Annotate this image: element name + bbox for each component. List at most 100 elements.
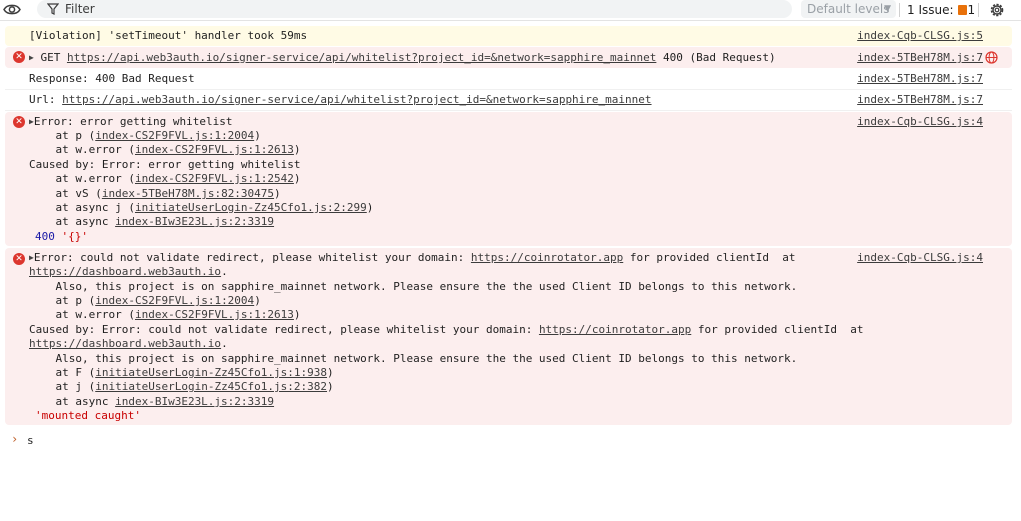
frame-link[interactable]: index-BIw3E23L.js:2:3319 — [115, 215, 274, 228]
stack-frame: at async index-BIw3E23L.js:2:3319 — [29, 395, 274, 409]
issues-count: 1 — [967, 3, 976, 17]
error1-source-link[interactable]: index-Cqb-CLSG.js:4 — [857, 115, 983, 129]
response-message: Response: 400 Bad Request index-5TBeH78M… — [5, 69, 1012, 90]
url-message: Url: https://api.web3auth.io/signer-serv… — [5, 90, 1012, 111]
violation-source-link[interactable]: index-Cqb-CLSG.js:5 — [857, 29, 983, 43]
frame-link[interactable]: index-5TBeH78M.js:82:30475 — [102, 187, 274, 200]
error2-source-link[interactable]: index-Cqb-CLSG.js:4 — [857, 251, 983, 265]
toolbar-divider — [899, 3, 900, 17]
dashboard-line: https://dashboard.web3auth.io. — [29, 265, 228, 279]
frame-link[interactable]: index-BIw3E23L.js:2:3319 — [115, 395, 274, 408]
error-icon: ✕ — [13, 116, 25, 128]
frame-text: at p ( — [29, 294, 96, 307]
frame-text: at async — [29, 215, 116, 228]
url-label: Url: — [29, 93, 56, 106]
dot: . — [221, 265, 228, 278]
error-message-whitelist: ✕ index-Cqb-CLSG.js:4 ▶Error: error gett… — [5, 112, 1012, 246]
stack-frame: at p (index-CS2F9FVL.js:1:2004) — [29, 294, 261, 308]
frame-link[interactable]: index-CS2F9FVL.js:1:2613 — [135, 308, 294, 321]
violation-message: [Violation] 'setTimeout' handler took 59… — [5, 26, 1012, 46]
issues-button[interactable]: 1 Issue: 1 — [907, 0, 975, 20]
filter-input[interactable] — [65, 1, 765, 17]
frame-text: at vS ( — [29, 187, 102, 200]
url-line: Url: https://api.web3auth.io/signer-serv… — [29, 93, 652, 107]
error2-title: ▶Error: could not validate redirect, ple… — [29, 251, 795, 265]
expand-triangle-icon[interactable]: ▶ — [29, 51, 34, 65]
caused-text: Caused by: Error: could not validate red… — [29, 323, 539, 336]
violation-text: [Violation] 'setTimeout' handler took 59… — [29, 29, 308, 42]
stack-frame: at w.error (index-CS2F9FVL.js:1:2613) — [29, 143, 301, 157]
frame-link[interactable]: initiateUserLogin-Zz45Cfo1.js:2:299 — [135, 201, 367, 214]
frame-text: at j ( — [29, 380, 96, 393]
filter-box[interactable] — [37, 0, 792, 18]
frame-text: ) — [274, 187, 281, 200]
toolbar-divider — [978, 3, 979, 17]
frame-text: ) — [293, 143, 301, 156]
get-status: 400 (Bad Request) — [663, 51, 776, 64]
issues-label: 1 Issue: — [907, 3, 954, 17]
error-message-redirect: ✕ index-Cqb-CLSG.js:4 ▶Error: could not … — [5, 248, 1012, 425]
stack-frame: at async index-BIw3E23L.js:2:3319 — [29, 215, 274, 229]
get-method: GET — [40, 51, 61, 64]
frame-text: at F ( — [29, 366, 96, 379]
caused-by-line: Caused by: Error: error getting whitelis… — [29, 158, 301, 171]
frame-text: at p ( — [29, 129, 96, 142]
stack-frame: at vS (index-5TBeH78M.js:82:30475) — [29, 187, 281, 201]
dashboard-line: https://dashboard.web3auth.io. — [29, 337, 228, 351]
frame-text: ) — [327, 380, 334, 393]
also-line: Also, this project is on sapphire_mainne… — [29, 280, 798, 293]
dashboard-link[interactable]: https://dashboard.web3auth.io — [29, 337, 221, 350]
frame-text: at w.error ( — [29, 172, 135, 185]
frame-link[interactable]: index-CS2F9FVL.js:1:2613 — [135, 143, 294, 156]
error-icon: ✕ — [13, 253, 25, 265]
error-icon: ✕ — [13, 51, 25, 63]
also-line: Also, this project is on sapphire_mainne… — [29, 352, 798, 365]
frame-text: ) — [254, 294, 261, 307]
domain-link[interactable]: https://coinrotator.app — [471, 251, 623, 264]
get-line: ▶ GET https://api.web3auth.io/signer-ser… — [29, 51, 776, 65]
frame-link[interactable]: index-CS2F9FVL.js:1:2542 — [135, 172, 294, 185]
frame-link[interactable]: index-CS2F9FVL.js:1:2004 — [95, 294, 254, 307]
frame-text: ) — [293, 172, 301, 185]
console-toolbar: Default levels ▼ 1 Issue: 1 — [0, 0, 1021, 21]
frame-link[interactable]: index-CS2F9FVL.js:1:2004 — [95, 129, 254, 142]
error1-title: ▶Error: error getting whitelist — [29, 115, 233, 129]
response-text: Response: 400 Bad Request — [29, 72, 195, 85]
caused-by-line: Caused by: Error: could not validate red… — [29, 323, 863, 337]
status-object-line: 400 '{}' — [35, 230, 88, 244]
frame-link[interactable]: initiateUserLogin-Zz45Cfo1.js:2:382 — [95, 380, 327, 393]
stack-frame: at j (initiateUserLogin-Zz45Cfo1.js:2:38… — [29, 380, 334, 394]
console-input[interactable]: s — [27, 434, 34, 448]
url-source-link[interactable]: index-5TBeH78M.js:7 — [857, 93, 983, 107]
frame-text: at w.error ( — [29, 308, 135, 321]
caught-string: 'mounted caught' — [35, 409, 141, 422]
filter-icon — [47, 3, 59, 15]
domain-link[interactable]: https://coinrotator.app — [539, 323, 691, 336]
frame-text: at async j ( — [29, 201, 135, 214]
stack-frame: at async j (initiateUserLogin-Zz45Cfo1.j… — [29, 201, 373, 215]
dashboard-link[interactable]: https://dashboard.web3auth.io — [29, 265, 221, 278]
error2-title-text: for provided clientId at — [623, 251, 796, 264]
frame-link[interactable]: initiateUserLogin-Zz45Cfo1.js:1:938 — [95, 366, 327, 379]
stack-frame: at p (index-CS2F9FVL.js:1:2004) — [29, 129, 261, 143]
dot: . — [221, 337, 228, 350]
gear-icon[interactable] — [988, 1, 1006, 19]
response-source-link[interactable]: index-5TBeH78M.js:7 — [857, 72, 983, 86]
error1-title-text: Error: error getting whitelist — [33, 115, 233, 128]
get-source-link[interactable]: index-5TBeH78M.js:7 — [857, 51, 983, 65]
network-request-icon[interactable] — [985, 51, 998, 64]
stack-frame: at F (initiateUserLogin-Zz45Cfo1.js:1:93… — [29, 366, 333, 380]
stack-frame: at w.error (index-CS2F9FVL.js:1:2613) — [29, 308, 301, 322]
levels-label: Default levels — [807, 2, 890, 16]
frame-text: ) — [254, 129, 261, 142]
url-link[interactable]: https://api.web3auth.io/signer-service/a… — [62, 93, 651, 106]
issue-flag-icon — [957, 5, 967, 15]
default-levels-dropdown[interactable]: Default levels ▼ — [801, 0, 896, 18]
prompt-chevron-icon: › — [11, 432, 19, 446]
frame-text: ) — [293, 308, 301, 321]
chevron-down-icon: ▼ — [884, 4, 891, 14]
caused-text: for provided clientId at — [691, 323, 864, 336]
get-url-link[interactable]: https://api.web3auth.io/signer-service/a… — [67, 51, 656, 64]
frame-text: at w.error ( — [29, 143, 135, 156]
eye-icon[interactable] — [2, 1, 22, 18]
